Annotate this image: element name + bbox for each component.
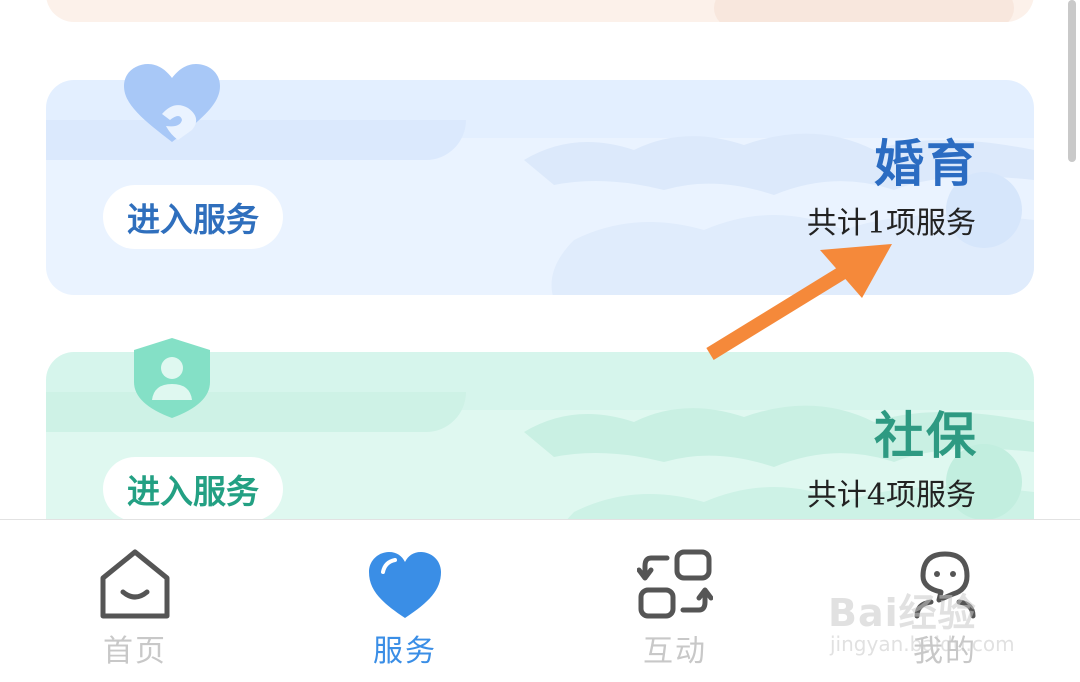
home-icon: [100, 549, 170, 619]
cloud-decoration: [714, 0, 1014, 22]
scrollbar[interactable]: [1068, 0, 1076, 162]
tab-home[interactable]: 首页: [45, 520, 225, 682]
previous-service-card[interactable]: [46, 0, 1034, 22]
tab-services[interactable]: 服务: [315, 520, 495, 682]
enter-service-button[interactable]: 进入服务: [103, 185, 283, 249]
tab-label: 首页: [103, 634, 167, 669]
service-count: 共计4项服务: [806, 478, 976, 513]
card-title: 婚育: [874, 135, 978, 193]
card-title: 社保: [874, 407, 978, 465]
tab-interaction[interactable]: 互动: [585, 520, 765, 682]
shield-person-icon: [134, 338, 210, 418]
heart-hand-icon: [124, 64, 220, 142]
orange-arrow-icon: [706, 244, 892, 360]
watermark-url: jingyan.baidu.com: [830, 632, 1015, 656]
enter-service-button[interactable]: 进入服务: [103, 457, 283, 521]
tab-label: 服务: [373, 634, 437, 669]
heart-icon: [369, 552, 441, 618]
watermark-text: Bai经验: [828, 591, 977, 635]
interaction-icon: [637, 549, 713, 619]
baidu-watermark: Bai经验 jingyan.baidu.com: [828, 560, 1028, 670]
tab-label: 互动: [643, 634, 707, 669]
